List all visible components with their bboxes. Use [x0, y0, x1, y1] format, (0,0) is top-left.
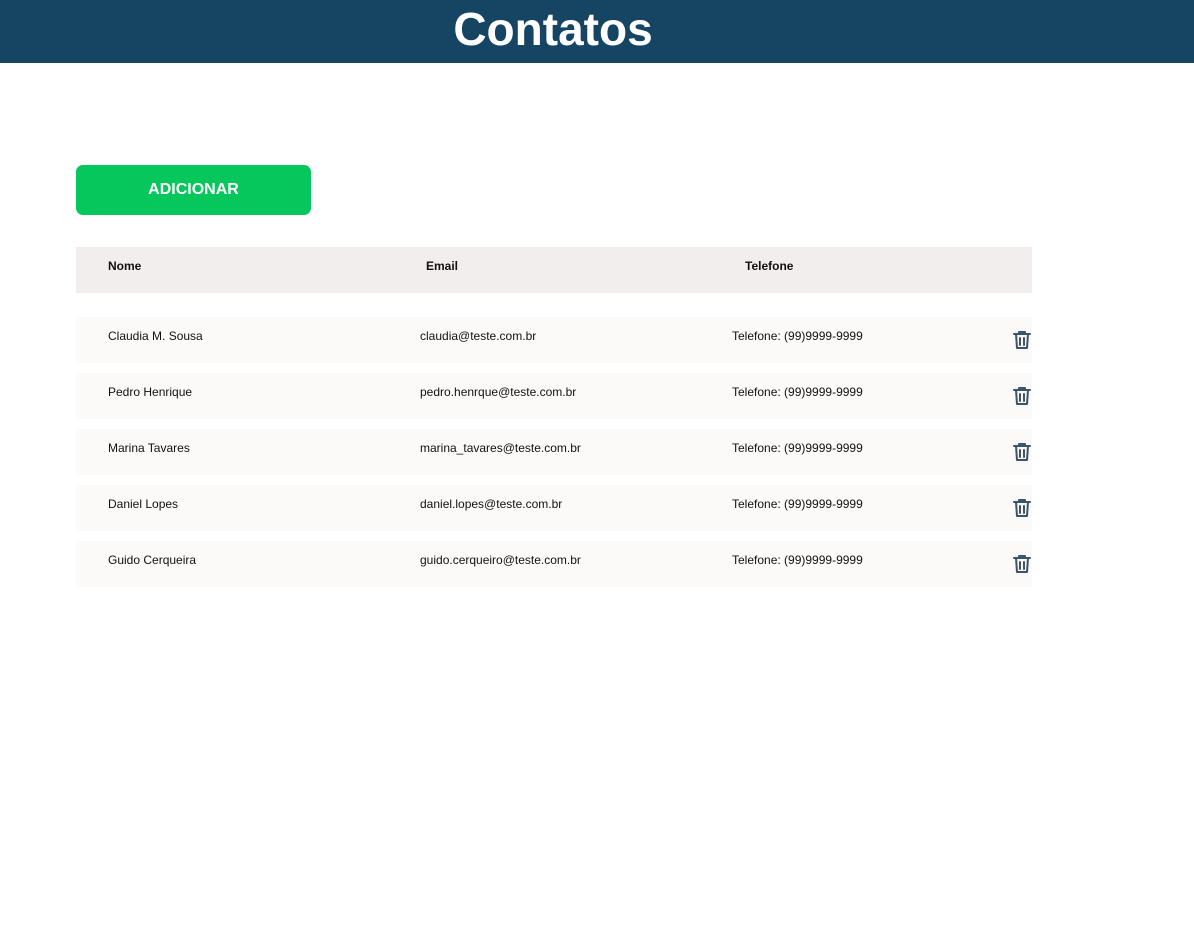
delete-contact-button[interactable] [1010, 496, 1034, 520]
contact-name: Marina Tavares [108, 441, 190, 455]
trash-icon [1013, 443, 1031, 461]
table-row: Pedro Henrique pedro.henrque@teste.com.b… [76, 373, 1032, 419]
table-header: Nome Email Telefone [76, 247, 1032, 293]
contact-name: Pedro Henrique [108, 385, 193, 399]
delete-contact-button[interactable] [1010, 552, 1034, 576]
page-title: Contatos [453, 3, 653, 55]
column-header-name: Nome [108, 259, 142, 273]
contact-name: Claudia M. Sousa [108, 329, 203, 343]
contact-name: Daniel Lopes [108, 497, 179, 511]
contact-phone: Telefone: (99)9999-9999 [732, 497, 863, 511]
trash-icon [1013, 387, 1031, 405]
add-contact-button[interactable]: ADICIONAR [76, 165, 311, 215]
contact-name: Guido Cerqueira [108, 553, 197, 567]
contact-email: pedro.henrque@teste.com.br [420, 385, 577, 399]
contact-email: guido.cerqueiro@teste.com.br [420, 553, 581, 567]
contact-phone: Telefone: (99)9999-9999 [732, 329, 863, 343]
table-row: Marina Tavares marina_tavares@teste.com.… [76, 429, 1032, 475]
table-row: Daniel Lopes daniel.lopes@teste.com.br T… [76, 485, 1032, 531]
contact-phone: Telefone: (99)9999-9999 [732, 441, 863, 455]
contact-phone: Telefone: (99)9999-9999 [732, 553, 863, 567]
column-header-phone: Telefone [745, 259, 794, 273]
table-row: Claudia M. Sousa claudia@teste.com.br Te… [76, 317, 1032, 363]
trash-icon [1013, 499, 1031, 517]
contact-phone: Telefone: (99)9999-9999 [732, 385, 863, 399]
trash-icon [1013, 555, 1031, 573]
delete-contact-button[interactable] [1010, 328, 1034, 352]
contact-email: claudia@teste.com.br [420, 329, 537, 343]
app-header: Contatos [0, 0, 1194, 63]
trash-icon [1013, 331, 1031, 349]
contact-email: marina_tavares@teste.com.br [420, 441, 581, 455]
table-row: Guido Cerqueira guido.cerqueiro@teste.co… [76, 541, 1032, 587]
delete-contact-button[interactable] [1010, 384, 1034, 408]
column-header-email: Email [426, 259, 459, 273]
contact-email: daniel.lopes@teste.com.br [420, 497, 563, 511]
delete-contact-button[interactable] [1010, 440, 1034, 464]
